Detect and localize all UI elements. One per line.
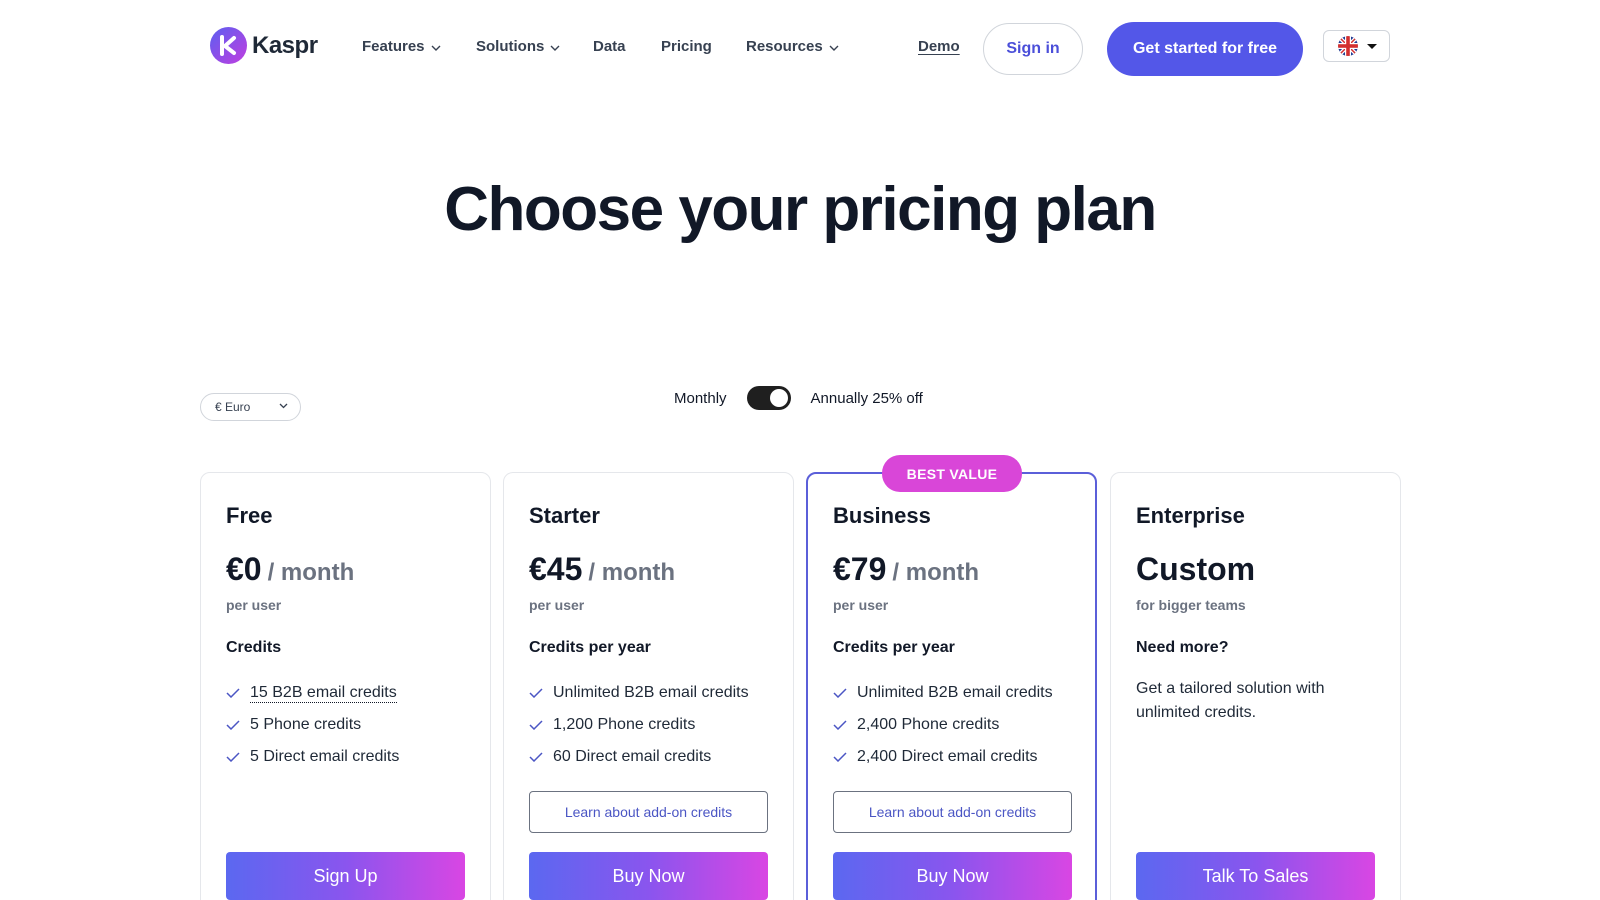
- feature-text: 60 Direct email credits: [553, 748, 712, 765]
- plan-price: €0 / month: [226, 551, 354, 588]
- feature-item: 60 Direct email credits: [529, 741, 749, 773]
- feature-text: 5 Phone credits: [250, 716, 362, 733]
- plan-name: Enterprise: [1136, 503, 1245, 528]
- price-amount: €0: [226, 551, 262, 587]
- feature-item: 5 Direct email credits: [226, 741, 399, 773]
- feature-item: Unlimited B2B email credits: [529, 677, 749, 709]
- plan-card-starter: Starter €45 / month per user Credits per…: [503, 472, 794, 900]
- language-selector[interactable]: [1323, 30, 1390, 62]
- billing-toggle[interactable]: [746, 386, 791, 410]
- nav-pricing[interactable]: Pricing: [661, 38, 712, 55]
- plan-price: Custom: [1136, 551, 1255, 588]
- check-icon: [833, 720, 847, 730]
- kaspr-logo[interactable]: Kaspr: [210, 27, 318, 64]
- feature-item: Unlimited B2B email credits: [833, 677, 1053, 709]
- check-icon: [529, 720, 543, 730]
- kaspr-logo-icon: [210, 27, 247, 64]
- credits-heading: Credits per year: [529, 639, 651, 656]
- feature-text: Unlimited B2B email credits: [553, 684, 749, 701]
- feature-item: 1,200 Phone credits: [529, 709, 749, 741]
- price-subtitle: per user: [529, 597, 585, 613]
- chevron-down-icon: [279, 403, 288, 409]
- check-icon: [529, 688, 543, 698]
- feature-text: 2,400 Phone credits: [857, 716, 1000, 733]
- feature-text: Unlimited B2B email credits: [857, 684, 1053, 701]
- demo-link[interactable]: Demo: [918, 38, 960, 55]
- chevron-down-icon: [829, 45, 839, 51]
- top-nav: Kaspr Features Solutions Data Pricing Re…: [0, 0, 1600, 96]
- feature-text: 5 Direct email credits: [250, 748, 400, 765]
- nav-pricing-label: Pricing: [661, 38, 712, 55]
- best-value-badge: BEST VALUE: [882, 455, 1022, 492]
- credits-heading: Credits: [226, 639, 282, 656]
- nav-solutions[interactable]: Solutions: [476, 38, 560, 55]
- check-icon: [226, 720, 240, 730]
- feature-list: Unlimited B2B email credits 2,400 Phone …: [833, 677, 1053, 773]
- price-amount: €45: [529, 551, 583, 587]
- billing-annual-label[interactable]: Annually 25% off: [811, 390, 923, 407]
- chevron-down-icon: [550, 45, 560, 51]
- nav-data[interactable]: Data: [593, 38, 626, 55]
- price-amount: €79: [833, 551, 887, 587]
- plan-name: Free: [226, 503, 273, 528]
- nav-resources[interactable]: Resources: [746, 38, 839, 55]
- feature-item: 2,400 Phone credits: [833, 709, 1053, 741]
- nav-data-label: Data: [593, 38, 626, 55]
- add-on-credits-button[interactable]: Learn about add-on credits: [529, 791, 768, 833]
- chevron-down-icon: [431, 45, 441, 51]
- feature-list: 15 B2B email credits 5 Phone credits 5 D…: [226, 677, 399, 773]
- credits-heading: Need more?: [1136, 639, 1229, 656]
- feature-list: Unlimited B2B email credits 1,200 Phone …: [529, 677, 749, 773]
- sign-up-button[interactable]: Sign Up: [226, 852, 465, 900]
- feature-text: 1,200 Phone credits: [553, 716, 696, 733]
- get-started-button[interactable]: Get started for free: [1107, 22, 1303, 76]
- plan-price: €45 / month: [529, 551, 675, 588]
- talk-to-sales-button[interactable]: Talk To Sales: [1136, 852, 1375, 900]
- toggle-knob: [769, 389, 788, 407]
- plan-name: Business: [833, 503, 931, 528]
- feature-text[interactable]: 15 B2B email credits: [250, 684, 397, 703]
- nav-resources-label: Resources: [746, 38, 823, 55]
- feature-item: 5 Phone credits: [226, 709, 399, 741]
- price-subtitle: for bigger teams: [1136, 597, 1246, 613]
- price-subtitle: per user: [226, 597, 282, 613]
- check-icon: [529, 752, 543, 762]
- credits-heading: Credits per year: [833, 639, 955, 656]
- page-title: Choose your pricing plan: [444, 175, 1157, 244]
- nav-features-label: Features: [362, 38, 425, 55]
- plan-price: €79 / month: [833, 551, 979, 588]
- billing-monthly-label[interactable]: Monthly: [674, 390, 727, 407]
- price-period: / month: [267, 559, 355, 586]
- add-on-credits-button[interactable]: Learn about add-on credits: [833, 791, 1072, 833]
- brand-name: Kaspr: [252, 31, 318, 59]
- uk-flag-icon: [1338, 36, 1358, 56]
- price-period: / month: [892, 559, 980, 586]
- buy-now-button[interactable]: Buy Now: [529, 852, 768, 900]
- currency-value: € Euro: [215, 400, 251, 414]
- plan-card-enterprise: Enterprise Custom for bigger teams Need …: [1110, 472, 1401, 900]
- feature-item: 15 B2B email credits: [226, 677, 399, 709]
- caret-down-icon: [1367, 43, 1377, 49]
- currency-select[interactable]: € Euro: [200, 393, 301, 421]
- feature-item: 2,400 Direct email credits: [833, 741, 1053, 773]
- price-subtitle: per user: [833, 597, 889, 613]
- check-icon: [833, 752, 847, 762]
- feature-text: 2,400 Direct email credits: [857, 748, 1038, 765]
- nav-solutions-label: Solutions: [476, 38, 545, 55]
- plan-description: Get a tailored solution with unlimited c…: [1136, 680, 1325, 721]
- plan-name: Starter: [529, 503, 600, 528]
- billing-toggle-group: Monthly Annually 25% off: [674, 386, 923, 410]
- buy-now-button[interactable]: Buy Now: [833, 852, 1072, 900]
- sign-in-button[interactable]: Sign in: [983, 23, 1083, 75]
- check-icon: [226, 688, 240, 698]
- price-amount: Custom: [1136, 551, 1256, 587]
- plan-card-business: Business €79 / month per user Credits pe…: [806, 472, 1097, 900]
- plan-card-free: Free €0 / month per user Credits 15 B2B …: [200, 472, 491, 900]
- check-icon: [226, 752, 240, 762]
- nav-features[interactable]: Features: [362, 38, 441, 55]
- check-icon: [833, 688, 847, 698]
- price-period: / month: [588, 559, 676, 586]
